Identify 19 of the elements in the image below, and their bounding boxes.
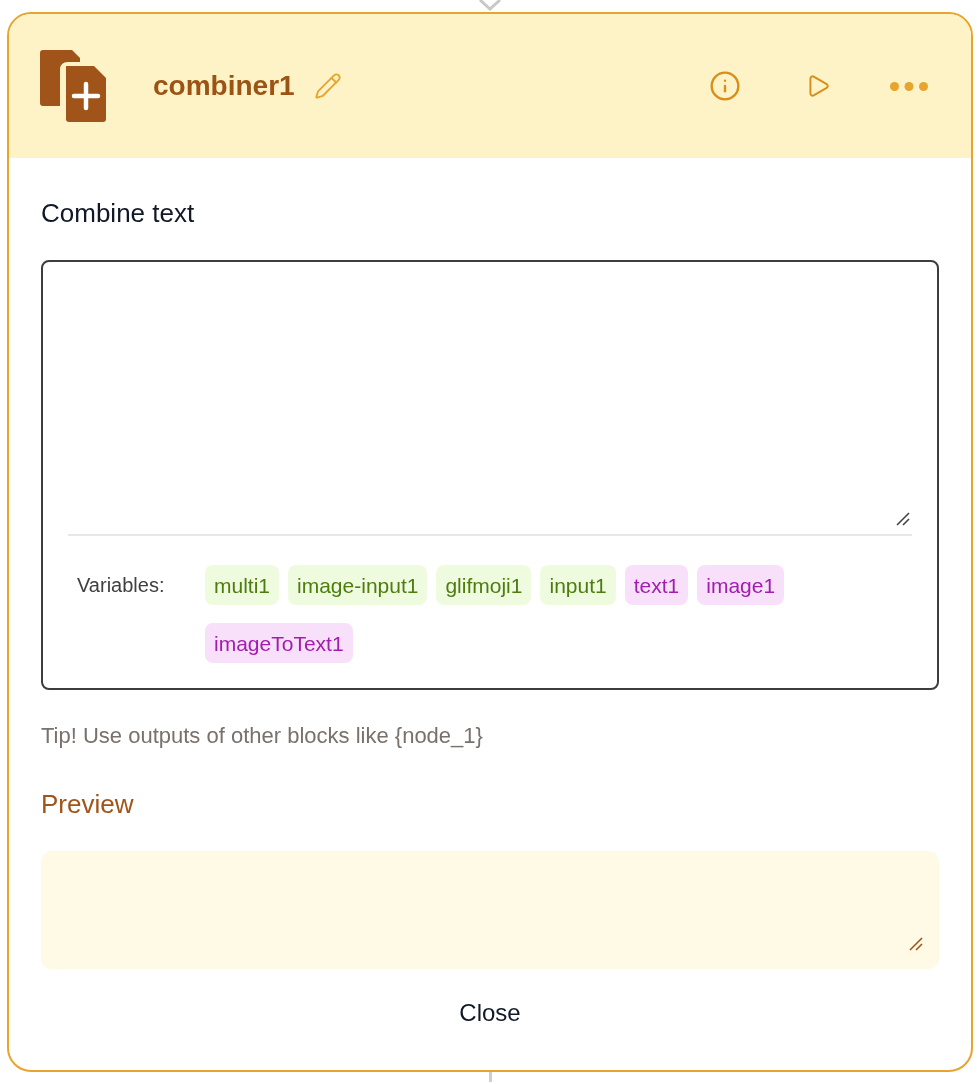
pencil-icon — [313, 72, 342, 100]
more-options-icon — [890, 81, 928, 91]
variable-tag[interactable]: image-input1 — [288, 565, 428, 605]
variable-tag[interactable]: input1 — [540, 565, 616, 605]
info-icon — [709, 70, 741, 102]
combine-documents-icon — [40, 50, 106, 122]
tip-text: Tip! Use outputs of other blocks like {node_1} — [41, 725, 483, 747]
variable-tag[interactable]: multi1 — [205, 565, 280, 605]
resize-handle-icon[interactable] — [909, 937, 923, 951]
preview-label: Preview — [41, 791, 134, 817]
variable-tag[interactable]: imageToText1 — [205, 623, 353, 663]
node-title: combiner1 — [153, 72, 295, 100]
variable-tag[interactable]: glifmoji1 — [436, 565, 532, 605]
variable-tag[interactable]: image1 — [697, 565, 785, 605]
section-label: Combine text — [41, 200, 195, 226]
close-button[interactable]: Close — [453, 997, 527, 1029]
resize-handle-icon[interactable] — [896, 512, 910, 526]
variable-tag[interactable]: text1 — [624, 565, 689, 605]
variables-label: Variables: — [77, 573, 166, 598]
